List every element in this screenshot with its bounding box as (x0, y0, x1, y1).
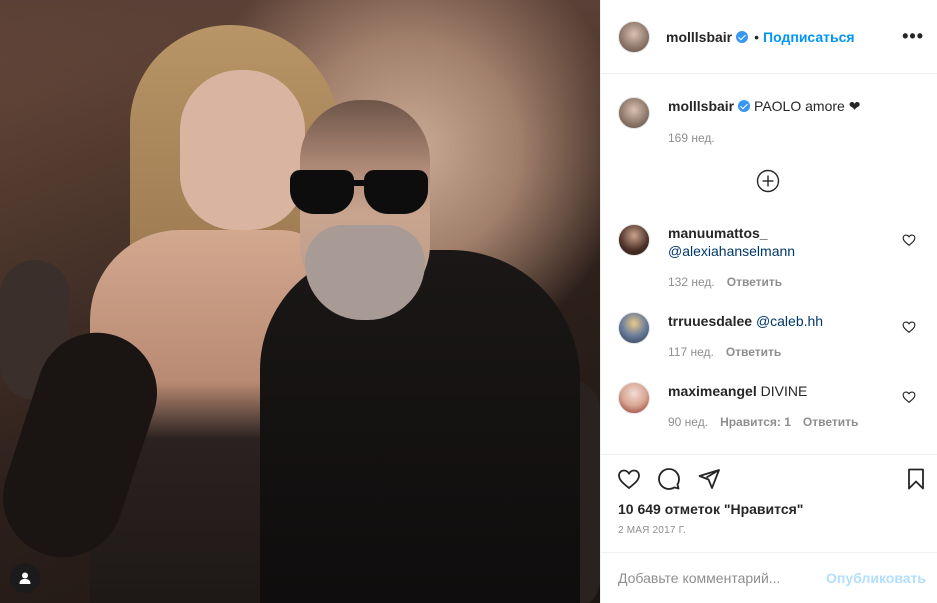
caption-text: PAOLO amore (754, 98, 845, 114)
bookmark-icon[interactable] (904, 467, 928, 491)
caption-username[interactable]: molllsbair (668, 98, 734, 114)
publish-button[interactable]: Опубликовать (826, 570, 926, 586)
comment-time[interactable]: 117 нед. (668, 345, 714, 359)
heart-icon[interactable] (902, 233, 916, 247)
post-side-panel: molllsbair • Подписаться ••• molllsbair … (600, 0, 937, 603)
photo-woman-face (180, 70, 305, 230)
author-username[interactable]: molllsbair (666, 29, 732, 45)
verified-badge-icon (736, 30, 749, 43)
comment-username[interactable]: trruuesdalee (668, 313, 752, 329)
plus-circle-icon[interactable] (756, 169, 780, 193)
comment-text[interactable]: @caleb.hh (756, 313, 823, 329)
photo-man-body (260, 250, 580, 603)
verified-badge-icon (738, 100, 751, 112)
caption-time[interactable]: 169 нед. (668, 131, 715, 145)
comment-meta: 90 нед. Нравится: 1 Ответить (668, 415, 858, 429)
post-modal: molllsbair • Подписаться ••• molllsbair … (0, 0, 937, 603)
user-icon (19, 572, 31, 584)
photo-sunglasses (290, 170, 430, 216)
comment-item: trruuesdalee @caleb.hh (618, 312, 898, 344)
add-comment-bar: Опубликовать (601, 552, 937, 603)
comment-meta: 117 нед. Ответить (668, 345, 781, 359)
likes-count[interactable]: 10 649 отметок "Нравится" (618, 501, 803, 517)
more-options-button[interactable]: ••• (902, 27, 924, 45)
heart-icon[interactable] (902, 320, 916, 334)
comment-time[interactable]: 90 нед. (668, 415, 708, 429)
reply-button[interactable]: Ответить (803, 415, 858, 429)
follow-button[interactable]: Подписаться (763, 29, 855, 45)
comment-item: maximeangel DIVINE (618, 382, 898, 414)
share-icon[interactable] (697, 467, 721, 491)
comment-meta: 132 нед. Ответить (668, 275, 782, 289)
comment-item: manuumattos_ @alexiahanselmann (618, 224, 898, 260)
author-avatar[interactable] (618, 97, 650, 129)
heart-emoji: ❤ (848, 98, 861, 114)
comment-input[interactable] (618, 570, 827, 586)
heart-icon[interactable] (617, 467, 641, 491)
comment-text[interactable]: @alexiahanselmann (668, 243, 795, 259)
post-header: molllsbair • Подписаться ••• (601, 0, 937, 74)
comment-username[interactable]: maximeangel (668, 383, 757, 399)
post-date[interactable]: 2 МАЯ 2017 Г. (618, 525, 686, 536)
commenter-avatar[interactable] (618, 224, 650, 256)
comments-list[interactable]: molllsbair PAOLO amore ❤ 169 нед. manuum… (601, 75, 937, 455)
tagged-user-button[interactable] (10, 563, 40, 593)
heart-icon[interactable] (902, 390, 916, 404)
commenter-avatar[interactable] (618, 382, 650, 414)
action-icons (617, 467, 721, 491)
reply-button[interactable]: Ответить (727, 275, 782, 289)
caption-meta: 169 нед. (668, 131, 715, 145)
commenter-avatar[interactable] (618, 312, 650, 344)
comment-text: DIVINE (760, 383, 808, 399)
caption-row: molllsbair PAOLO amore ❤ (618, 97, 898, 129)
comment-likes-count[interactable]: Нравится: 1 (720, 415, 791, 429)
post-actions: 10 649 отметок "Нравится" 2 МАЯ 2017 Г. (601, 454, 937, 554)
comment-username[interactable]: manuumattos_ (668, 225, 768, 241)
comment-icon[interactable] (657, 467, 681, 491)
reply-button[interactable]: Ответить (726, 345, 781, 359)
comment-time[interactable]: 132 нед. (668, 275, 715, 289)
author-avatar[interactable] (618, 20, 650, 53)
post-photo[interactable] (0, 0, 600, 603)
separator-dot: • (754, 28, 760, 45)
